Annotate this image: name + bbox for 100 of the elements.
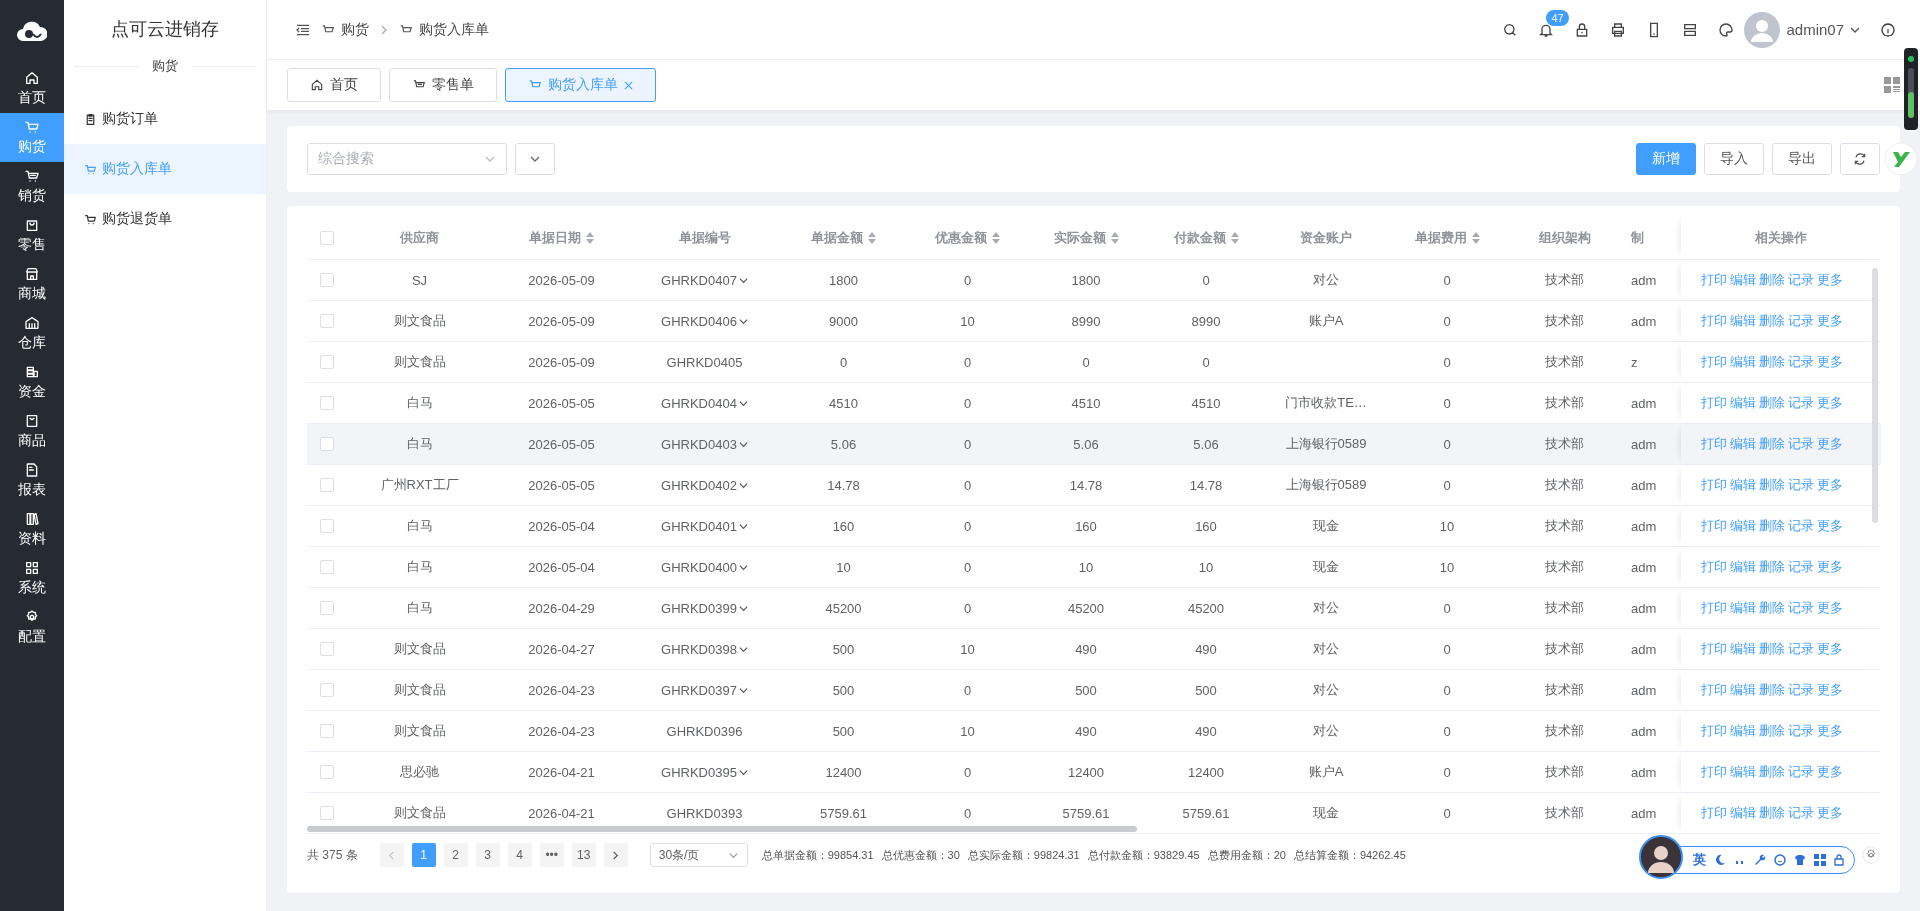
page-tab[interactable]: 购货入库单	[505, 68, 656, 102]
action-link[interactable]: 打印	[1701, 558, 1727, 576]
page-tab[interactable]: 首页	[287, 68, 381, 102]
info-icon[interactable]	[1880, 21, 1896, 38]
action-link[interactable]: 编辑	[1730, 312, 1756, 330]
action-link[interactable]: 删除	[1759, 476, 1785, 494]
column-header[interactable]: 优惠金额	[935, 228, 1000, 247]
page-button[interactable]: 13	[571, 843, 596, 867]
table-cell[interactable]: GHRKD0395	[661, 764, 748, 780]
submenu-item[interactable]: 购货退货单	[64, 194, 266, 244]
table-cell[interactable]: GHRKD0399	[661, 600, 748, 616]
action-link[interactable]: 打印	[1701, 517, 1727, 535]
row-checkbox[interactable]	[320, 519, 334, 533]
settings-icon[interactable]	[1862, 846, 1880, 864]
sidebar-item[interactable]: 购货	[0, 113, 64, 162]
action-link[interactable]: 编辑	[1730, 558, 1756, 576]
table-cell[interactable]: GHRKD0402	[661, 477, 748, 493]
action-link[interactable]: 打印	[1701, 722, 1727, 740]
row-checkbox[interactable]	[320, 355, 334, 369]
page-button[interactable]: 4	[507, 843, 532, 867]
next-page-button[interactable]	[603, 843, 628, 867]
row-checkbox[interactable]	[320, 478, 334, 492]
row-checkbox[interactable]	[320, 437, 334, 451]
action-link[interactable]: 打印	[1701, 271, 1727, 289]
row-checkbox[interactable]	[320, 560, 334, 574]
page-button[interactable]: •••	[539, 843, 564, 867]
action-link[interactable]: 更多	[1817, 353, 1843, 371]
action-link[interactable]: 删除	[1759, 394, 1785, 412]
action-link[interactable]: 打印	[1701, 435, 1727, 453]
breadcrumb-item[interactable]: 购货入库单	[399, 20, 489, 39]
avatar-icon[interactable]	[1639, 835, 1683, 879]
column-header[interactable]: 单据日期	[529, 228, 594, 247]
sidebar-item[interactable]: 资料	[0, 505, 64, 554]
select-all-checkbox[interactable]	[320, 230, 334, 245]
column-header[interactable]: 实际金额	[1053, 228, 1119, 247]
action-link[interactable]: 更多	[1817, 763, 1843, 781]
action-link[interactable]: 打印	[1701, 681, 1727, 699]
row-checkbox[interactable]	[320, 396, 334, 410]
action-link[interactable]: 删除	[1759, 681, 1785, 699]
sidebar-item[interactable]: 首页	[0, 64, 64, 113]
row-checkbox[interactable]	[320, 314, 334, 328]
action-link[interactable]: 编辑	[1730, 476, 1756, 494]
table-cell[interactable]: GHRKD0403	[661, 436, 748, 452]
action-link[interactable]: 打印	[1701, 476, 1727, 494]
logo-icon[interactable]	[1884, 142, 1918, 176]
sidebar-item[interactable]: 销货	[0, 162, 64, 211]
action-link[interactable]: 更多	[1817, 394, 1843, 412]
action-link[interactable]: 编辑	[1730, 517, 1756, 535]
page-tab[interactable]: 零售单	[389, 68, 497, 102]
breadcrumb-item[interactable]: 购货	[321, 20, 369, 39]
action-link[interactable]: 删除	[1759, 558, 1785, 576]
action-link[interactable]: 更多	[1817, 722, 1843, 740]
action-link[interactable]: 打印	[1701, 640, 1727, 658]
sidebar-item[interactable]: 配置	[0, 603, 64, 652]
column-header[interactable]: 单据金额	[811, 228, 876, 247]
table-row[interactable]: 白马 2026-05-05 GHRKD0403 5.06 0 5.06 5.06 上海银行0589 0 技术部 adm 打印 编辑 删除 记录 更多	[307, 424, 1880, 465]
shirt-icon[interactable]	[1794, 854, 1806, 866]
action-link[interactable]: 打印	[1701, 353, 1727, 371]
action-link[interactable]: 删除	[1759, 804, 1785, 822]
sidebar-item[interactable]: 报表	[0, 456, 64, 505]
table-row[interactable]: 则文食品 2026-05-09 GHRKD0406 9000 10 8990 8990 账户A 0 技术部 adm 打印 编辑 删除 记录 更多	[307, 301, 1880, 342]
row-checkbox[interactable]	[320, 806, 334, 820]
action-link[interactable]: 更多	[1817, 312, 1843, 330]
action-link[interactable]: 打印	[1701, 599, 1727, 617]
table-cell[interactable]: GHRKD0401	[661, 518, 748, 534]
row-checkbox[interactable]	[320, 601, 334, 615]
table-row[interactable]: 白马 2026-05-04 GHRKD0400 10 0 10 10 现金 10 技术部 adm 打印 编辑 删除 记录 更多	[307, 547, 1880, 588]
action-link[interactable]: 打印	[1701, 804, 1727, 822]
action-link[interactable]: 编辑	[1730, 353, 1756, 371]
action-link[interactable]: 记录	[1788, 804, 1814, 822]
action-link[interactable]: 打印	[1701, 394, 1727, 412]
table-cell[interactable]: GHRKD0400	[661, 559, 748, 575]
sidebar-item[interactable]: 资金	[0, 358, 64, 407]
table-row[interactable]: 思必驰 2026-04-21 GHRKD0395 12400 0 12400 12400 账户A 0 技术部 adm 打印 编辑 删除 记录 更多	[307, 752, 1880, 793]
action-link[interactable]: 编辑	[1730, 599, 1756, 617]
row-checkbox[interactable]	[320, 642, 334, 656]
table-cell[interactable]: GHRKD0404	[661, 395, 748, 411]
search-select[interactable]: 综合搜索	[307, 143, 507, 175]
table-row[interactable]: 则文食品 2026-04-23 GHRKD0396 500 10 490 490 对公 0 技术部 adm 打印 编辑 删除 记录 更多	[307, 711, 1880, 752]
action-link[interactable]: 记录	[1788, 435, 1814, 453]
action-link[interactable]: 删除	[1759, 435, 1785, 453]
scrollbar[interactable]	[1872, 268, 1878, 523]
table-cell[interactable]: GHRKD0406	[661, 313, 748, 329]
action-link[interactable]: 记录	[1788, 517, 1814, 535]
action-link[interactable]: 编辑	[1730, 640, 1756, 658]
action-link[interactable]: 删除	[1759, 599, 1785, 617]
table-row[interactable]: 则文食品 2026-05-09 GHRKD0405 0 0 0 0 0 技术部 z 打印 编辑 删除 记录 更多	[307, 342, 1880, 383]
action-link[interactable]: 删除	[1759, 353, 1785, 371]
action-link[interactable]: 删除	[1759, 312, 1785, 330]
dashboard-icon[interactable]	[1884, 77, 1900, 93]
action-link[interactable]: 编辑	[1730, 804, 1756, 822]
action-link[interactable]: 记录	[1788, 681, 1814, 699]
smiley-icon[interactable]	[1774, 854, 1786, 866]
sidebar-item[interactable]: 仓库	[0, 309, 64, 358]
action-link[interactable]: 删除	[1759, 722, 1785, 740]
user-menu[interactable]: admin07	[1744, 11, 1860, 48]
page-button[interactable]: 1	[411, 843, 436, 867]
table-row[interactable]: SJ 2026-05-09 GHRKD0407 1800 0 1800 0 对公 0 技术部 adm 打印 编辑 删除 记录 更多	[307, 260, 1880, 301]
action-link[interactable]: 记录	[1788, 722, 1814, 740]
table-row[interactable]: 则文食品 2026-04-27 GHRKD0398 500 10 490 490 对公 0 技术部 adm 打印 编辑 删除 记录 更多	[307, 629, 1880, 670]
